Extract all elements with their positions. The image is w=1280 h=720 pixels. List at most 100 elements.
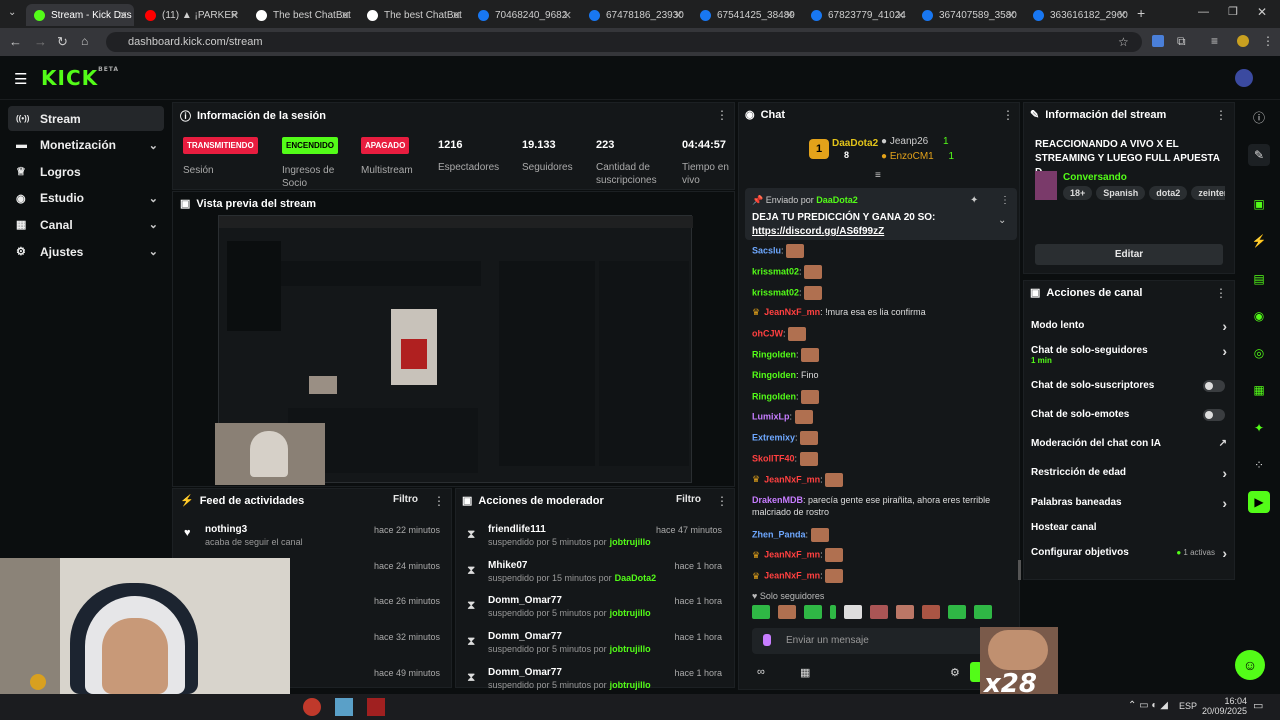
mod-target-user[interactable]: Domm_Omar77 [488,631,562,642]
tab-close-icon[interactable]: ✕ [785,9,794,22]
emote-8[interactable] [922,605,940,619]
sidebar-item-4[interactable]: ▦ Canal ⌄ [8,212,164,237]
tab-close-icon[interactable]: ✕ [341,9,350,22]
mod-by-user[interactable]: jobtrujillo [610,644,651,654]
chat-menu-icon[interactable]: ⋮ [1002,108,1014,122]
tab-close-icon[interactable]: ✕ [896,9,905,22]
emote-2[interactable] [778,605,796,619]
unpin-icon[interactable]: ✦ [970,195,978,206]
bolt-sidebar-icon[interactable]: ⚡ [1248,230,1270,252]
mod-target-user[interactable]: Mhike07 [488,560,527,571]
minimize-button[interactable]: — [1198,6,1209,18]
mod-target-user[interactable]: Domm_Omar77 [488,667,562,678]
user-avatar[interactable] [1235,69,1253,87]
tab-close-icon[interactable]: ✕ [1118,9,1127,22]
pinned-menu-icon[interactable]: ⋮ [1000,195,1010,206]
translate-icon[interactable] [1152,35,1164,47]
chat-settings-icon[interactable]: ⚙ [950,666,960,679]
mod-row[interactable]: ⧗ friendlife111 suspendido por 5 minutos p… [462,523,730,553]
session-menu-icon[interactable]: ⋮ [716,108,728,122]
tab-close-icon[interactable]: ✕ [1007,9,1016,22]
edit-sidebar-icon[interactable]: ✎ [1248,144,1270,166]
chat-message[interactable]: Sacslu: [752,244,805,258]
emote-5[interactable] [844,605,862,619]
support-chat-icon[interactable]: ☺ [1235,650,1265,680]
emote-3[interactable] [804,605,822,619]
tab-close-icon[interactable]: ✕ [230,9,239,22]
tab-close-icon[interactable]: ✕ [674,9,683,22]
pinned-link[interactable]: https://discord.gg/AS6f99zZ [752,226,884,237]
new-tab-button[interactable]: + [1137,5,1145,21]
mod-by-user[interactable]: jobtrujillo [610,680,651,690]
chat-message[interactable]: ♛ JeanNxF_mn: [752,569,844,584]
media-icon[interactable]: ≡ [1211,34,1218,48]
feed-user[interactable]: nothing3 [205,524,247,535]
mod-row[interactable]: ⧗ Domm_Omar77 suspendido por 5 minutos por… [462,666,730,696]
doc-sidebar-icon[interactable]: ▤ [1248,268,1270,290]
chat-username[interactable]: JeanNxF_mn [764,550,820,560]
more-sidebar-icon[interactable]: ⁘ [1248,454,1270,476]
clapper-sidebar-icon[interactable]: ▶ [1248,491,1270,513]
channel-action-item[interactable]: Moderación del chat con IA ↗ [1031,438,1227,454]
hamburger-menu-icon[interactable]: ☰ [14,70,27,88]
sidebar-item-5[interactable]: ⚙ Ajustes ⌄ [8,239,164,264]
chat-message[interactable]: ♛ JeanNxF_mn: [752,548,844,563]
gifter-2[interactable]: ● Jeanp26 1 [881,136,949,147]
pinned-expand-icon[interactable]: ⌄ [998,215,1006,226]
category-name[interactable]: Conversando [1063,172,1127,183]
taskbar-app-1-icon[interactable] [303,698,321,716]
chat-scrollbar[interactable] [1018,560,1021,580]
browser-tab[interactable]: Stream - Kick Das ✕ [26,4,134,26]
tab-close-icon[interactable]: ✕ [119,9,128,22]
chat-username[interactable]: SkollTF40 [752,453,795,463]
feed-row[interactable]: ♥ nothing3 acaba de seguir el canal hace 22… [180,523,448,553]
stream-tag[interactable]: Spanish [1096,186,1146,200]
chat-sidebar-icon[interactable]: ◉ [1248,305,1270,327]
browser-tab[interactable]: 363616182_2960 ✕ [1025,4,1133,26]
chat-username[interactable]: ohCJW [752,329,783,339]
chat-message[interactable]: LumixLp: [752,410,813,425]
edit-stream-button[interactable]: Editar [1035,244,1223,265]
mod-row[interactable]: ⧗ Domm_Omar77 suspendido por 5 minutos por… [462,594,730,624]
chat-message[interactable]: SkollTF40: [752,452,818,466]
sidebar-item-1[interactable]: ▬ Monetización ⌄ [8,133,164,158]
channel-action-item[interactable]: Chat de solo-suscriptores [1031,380,1227,396]
emote-6[interactable] [870,605,888,619]
collapse-icon[interactable]: ≡ [875,170,881,181]
chat-message[interactable]: Ringolden: [752,389,820,404]
chat-username[interactable]: krissmat02 [752,287,799,297]
tray-icons[interactable]: ⌃ ▭ ◐ ◢ [1128,700,1168,711]
pinned-user[interactable]: DaaDota2 [816,195,858,205]
close-window-button[interactable]: ✕ [1257,5,1267,19]
mod-row[interactable]: ⧗ Mhike07 suspendido por 15 minutos por Daa… [462,559,730,589]
emote-7[interactable] [896,605,914,619]
channel-action-item[interactable]: Chat de solo-seguidores 1 min › [1031,343,1227,365]
emote-1[interactable] [752,605,770,619]
chat-username[interactable]: JeanNxF_mn [764,307,820,317]
browser-tab[interactable]: 367407589_3580 ✕ [914,4,1022,26]
gifter-3[interactable]: ● EnzoCM1 1 [881,151,954,162]
mod-filter-button[interactable]: Filtro [676,494,701,505]
channel-action-item[interactable]: Modo lento › [1031,318,1227,336]
grid-sidebar-icon[interactable]: ▦ [1248,379,1270,401]
tab-close-icon[interactable]: ✕ [563,9,572,22]
mod-row[interactable]: ⧗ Domm_Omar77 suspendido por 5 minutos por… [462,630,730,660]
tab-search-icon[interactable]: ⌄ [8,7,16,18]
mod-by-user[interactable]: DaaDota2 [615,573,657,583]
chat-username[interactable]: Ringolden [752,370,796,380]
chat-message[interactable]: ♛ JeanNxF_mn: !mura esa es lia confirma [752,306,926,318]
mod-target-user[interactable]: friendlife111 [488,524,546,535]
channel-actions-menu-icon[interactable]: ⋮ [1215,286,1227,300]
reload-icon[interactable]: ↻ [57,34,68,50]
channel-action-item[interactable]: Palabras baneadas › [1031,495,1227,513]
channel-action-item[interactable]: Configurar objetivos › ● 1 activas [1031,545,1227,563]
url-field[interactable]: dashboard.kick.com/stream [106,32,1142,52]
sidebar-item-3[interactable]: ◉ Estudio ⌄ [8,186,164,211]
chat-username[interactable]: Zhen_Panda [752,529,806,539]
chat-username[interactable]: Sacslu [752,245,781,255]
browser-tab[interactable]: 67478186_23930 ✕ [581,4,689,26]
channel-action-item[interactable]: Restricción de edad › [1031,465,1227,483]
mod-by-user[interactable]: jobtrujillo [610,537,651,547]
chat-message[interactable]: Ringolden: [752,348,820,362]
sidebar-item-0[interactable]: ((•)) Stream [8,106,164,131]
